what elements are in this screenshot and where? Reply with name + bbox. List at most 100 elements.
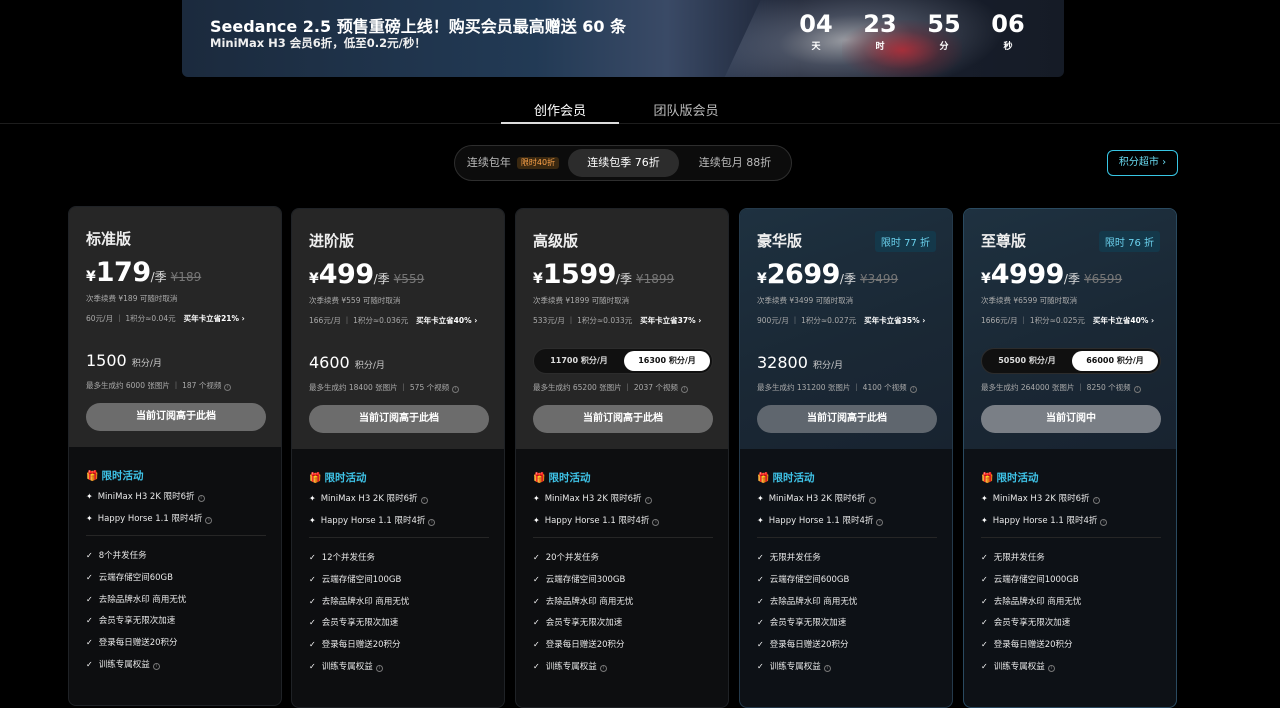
countdown-value: 23 (863, 10, 897, 38)
credits-option-selected[interactable]: 16300 积分/月 (624, 351, 710, 371)
monthly-credits: 4600 积分/月 (309, 353, 385, 372)
generation-estimate: 最多生成约 264000 张图片 ｜ 8250 个视频 i (981, 382, 1141, 393)
info-icon[interactable]: i (680, 386, 688, 393)
plan-card[interactable]: 豪华版 限时 77 折 ¥2699/季 ¥3499 次季续费 ¥3499 可随时取消 90… (739, 208, 953, 708)
subscribe-button[interactable]: 当前订阅高于此档 (309, 405, 489, 433)
billing-option-quarterly[interactable]: 连续包季 76折 (568, 149, 679, 177)
rate-text: 900元/月 ｜ 1积分≈0.027元 (757, 316, 857, 325)
info-icon[interactable]: i (644, 497, 652, 504)
currency-symbol: ¥ (86, 269, 96, 285)
promo-item: ✦ MiniMax H3 2K 限时6折 i (757, 492, 876, 504)
yearly-save-link[interactable]: 买年卡立省35% › (864, 316, 925, 325)
yearly-save-link[interactable]: 买年卡立省21% › (184, 314, 245, 323)
info-icon[interactable]: i (1092, 497, 1100, 504)
info-icon[interactable]: i (197, 495, 205, 502)
plan-card[interactable]: 进阶版 ¥499/季 ¥559 次季续费 ¥559 可随时取消 166元/月 ｜ 1积分… (291, 208, 505, 708)
promo-title: 限时活动 (101, 470, 144, 482)
plan-card[interactable]: 高级版 ¥1599/季 ¥1899 次季续费 ¥1899 可随时取消 533元/月 ｜ … (515, 208, 729, 708)
check-icon: ✓ (309, 596, 316, 606)
countdown-unit: 分 (939, 42, 949, 52)
feature-item: ✓ 会员专享无限次加速 (981, 616, 1070, 628)
check-icon: ✓ (757, 618, 764, 628)
info-icon[interactable]: i (1133, 386, 1141, 393)
yearly-save-link[interactable]: 买年卡立省40% › (416, 316, 477, 325)
yearly-save-link[interactable]: 买年卡立省37% › (640, 316, 701, 325)
info-icon[interactable]: i (205, 517, 213, 524)
check-icon: ✓ (86, 594, 93, 604)
feature-text: 登录每日赠送20积分 (98, 638, 178, 649)
promo-item: ✦ Happy Horse 1.1 限时4折 i (757, 514, 884, 526)
info-icon[interactable]: i (428, 519, 436, 526)
feature-text: 20个并发任务 (545, 553, 600, 563)
feature-item: ✓ 训练专属权益 i (533, 660, 607, 672)
feature-text: 登录每日赠送20积分 (545, 640, 625, 651)
countdown-unit: 天 (811, 42, 821, 52)
promo-text: MiniMax H3 2K 限时6折 (992, 494, 1090, 504)
rate-info: 900元/月 ｜ 1积分≈0.027元 买年卡立省35% › (757, 315, 925, 326)
feature-text: 无限并发任务 (993, 553, 1045, 563)
tab-creator[interactable]: 创作会员 (501, 100, 619, 124)
credits-option-selected[interactable]: 66000 积分/月 (1072, 351, 1158, 371)
plan-card[interactable]: 至尊版 限时 76 折 ¥4999/季 ¥6599 次季续费 ¥6599 可随时取消 16… (963, 208, 1177, 708)
info-icon[interactable]: i (1047, 665, 1055, 672)
feature-text: 训练专属权益 (993, 662, 1045, 672)
feature-text: 云端存储空间1000GB (993, 574, 1079, 585)
promo-item: ✦ MiniMax H3 2K 限时6折 i (86, 490, 205, 502)
info-icon[interactable]: i (420, 497, 428, 504)
feature-item: ✓ 无限并发任务 (757, 551, 821, 563)
promo-banner[interactable]: Seedance 2.5 预售重磅上线！购买会员最高赠送 60 条 MiniMa… (182, 0, 1064, 77)
yearly-save-link[interactable]: 买年卡立省40% › (1093, 316, 1154, 325)
feature-item: ✓ 无限并发任务 (981, 551, 1045, 563)
info-icon[interactable]: i (1100, 519, 1108, 526)
check-icon: ✓ (86, 551, 93, 560)
rate-info: 60元/月 ｜ 1积分≈0.04元 买年卡立省21% › (86, 313, 245, 324)
sparkle-icon: ✦ (533, 494, 540, 503)
subscribe-button[interactable]: 当前订阅高于此档 (533, 405, 713, 433)
billing-option-monthly[interactable]: 连续包月 88折 (681, 149, 789, 177)
tab-team[interactable]: 团队版会员 (627, 100, 745, 124)
info-icon[interactable]: i (599, 665, 607, 672)
check-icon: ✓ (309, 640, 316, 650)
feature-item: ✓ 云端存储空间1000GB (981, 573, 1079, 585)
billing-option-yearly[interactable]: 连续包年 限时40折 (459, 149, 567, 177)
feature-text: 登录每日赠送20积分 (321, 640, 401, 651)
sparkle-icon: ✦ (533, 516, 540, 525)
rate-text: 1666元/月 ｜ 1积分≈0.025元 (981, 316, 1085, 325)
discount-badge: 限时 77 折 (874, 231, 936, 252)
info-icon[interactable]: i (452, 386, 460, 393)
info-icon[interactable]: i (224, 384, 232, 391)
info-icon[interactable]: i (823, 665, 831, 672)
info-icon[interactable]: i (909, 386, 917, 393)
points-mall-button[interactable]: 积分超市 › (1107, 150, 1178, 176)
info-icon[interactable]: i (868, 497, 876, 504)
credits-amount: 1500 (86, 351, 127, 370)
price-amount: 2699 (766, 259, 841, 290)
credits-option[interactable]: 11700 积分/月 (536, 351, 622, 371)
info-icon[interactable]: i (876, 519, 884, 526)
info-icon[interactable]: i (152, 663, 160, 670)
original-price: ¥1899 (635, 272, 675, 286)
sparkle-icon: ✦ (981, 516, 988, 525)
feature-item: ✓ 登录每日赠送20积分 (309, 638, 401, 650)
rate-info: 533元/月 ｜ 1积分≈0.033元 买年卡立省37% › (533, 315, 701, 326)
check-icon: ✓ (86, 572, 93, 582)
feature-text: 去除品牌水印 商用无忧 (993, 596, 1082, 607)
plan-name: 至尊版 (981, 232, 1027, 250)
price-period: /季 (839, 272, 856, 286)
check-icon: ✓ (533, 640, 540, 650)
subscribe-button[interactable]: 当前订阅高于此档 (86, 403, 266, 431)
plan-card[interactable]: 标准版 ¥179/季 ¥189 次季续费 ¥189 可随时取消 60元/月 ｜ 1积分≈… (68, 206, 282, 706)
feature-item: ✓ 登录每日赠送20积分 (533, 638, 625, 650)
credits-option[interactable]: 50500 积分/月 (984, 351, 1070, 371)
subscribe-button[interactable]: 当前订阅高于此档 (757, 405, 937, 433)
original-price: ¥189 (170, 270, 202, 284)
plan-name: 高级版 (533, 232, 579, 250)
check-icon: ✓ (757, 553, 764, 562)
check-icon: ✓ (86, 660, 93, 669)
feature-item: ✓ 云端存储空间300GB (533, 573, 625, 585)
promo-heading: 🎁 限时活动 (757, 470, 814, 485)
info-icon[interactable]: i (652, 519, 660, 526)
info-icon[interactable]: i (375, 665, 383, 672)
subscribe-button[interactable]: 当前订阅中 (981, 405, 1161, 433)
promo-title: 限时活动 (996, 472, 1039, 484)
